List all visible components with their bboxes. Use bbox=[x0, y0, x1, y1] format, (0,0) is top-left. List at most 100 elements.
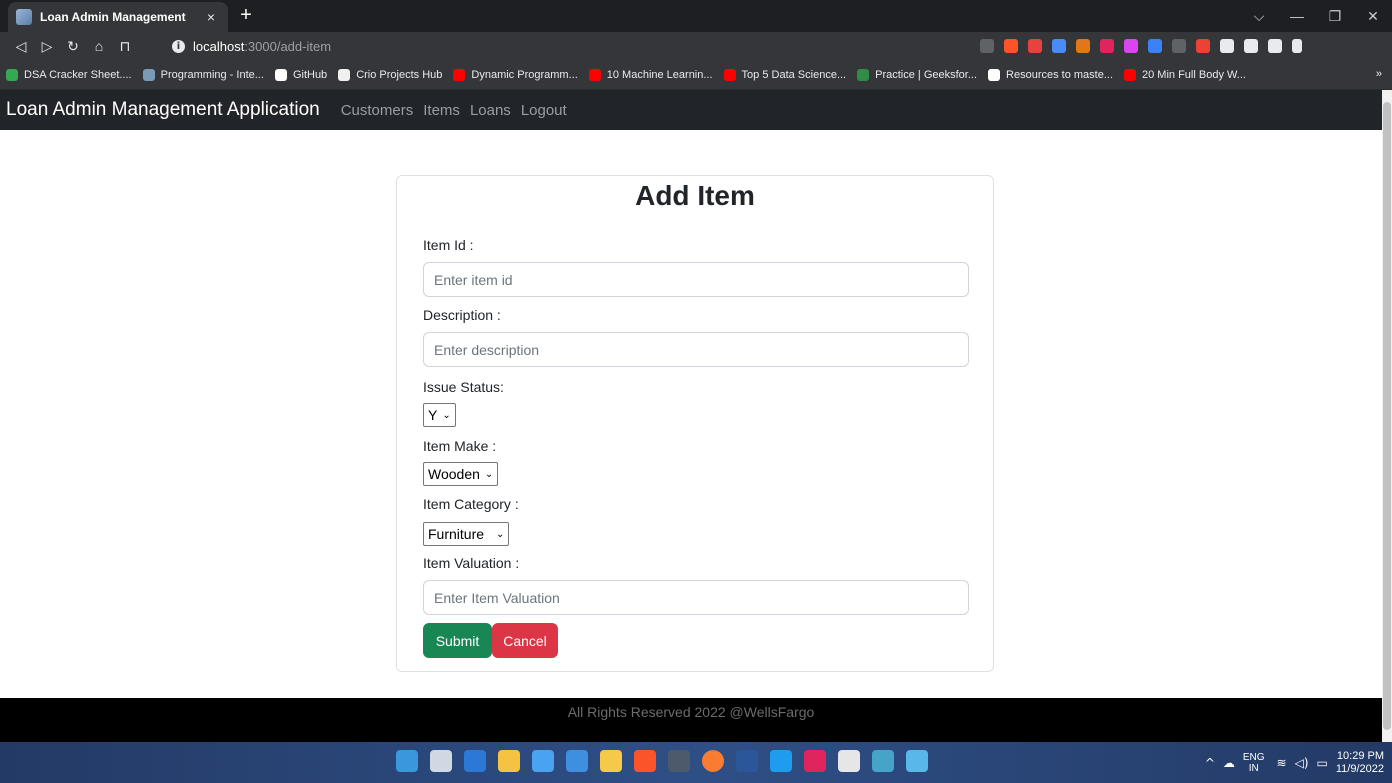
extension-icon[interactable] bbox=[1052, 39, 1066, 53]
item-valuation-input[interactable] bbox=[423, 580, 969, 615]
word-icon[interactable] bbox=[736, 750, 758, 772]
vscode-icon[interactable] bbox=[770, 750, 792, 772]
home-icon[interactable]: ⌂ bbox=[86, 38, 112, 54]
volume-icon[interactable]: ◁) bbox=[1295, 756, 1309, 770]
address-bar[interactable]: i localhost :3000/add-item bbox=[160, 34, 975, 58]
new-tab-button[interactable]: + bbox=[236, 4, 256, 26]
app-icon[interactable] bbox=[566, 750, 588, 772]
item-make-select[interactable]: Wooden ⌄ bbox=[423, 462, 499, 486]
bookmark-item[interactable]: DSA Cracker Sheet.... bbox=[6, 68, 132, 81]
terminal-icon[interactable] bbox=[668, 750, 690, 772]
sidebar-icon[interactable] bbox=[1244, 39, 1258, 53]
brave-shield-icon[interactable] bbox=[1004, 39, 1018, 53]
item-valuation-label: Item Valuation : bbox=[423, 555, 520, 571]
item-category-select[interactable]: Furniture ⌄ bbox=[423, 522, 510, 546]
metamask-icon[interactable] bbox=[1076, 39, 1090, 53]
extensions-puzzle-icon[interactable] bbox=[1220, 39, 1234, 53]
bookmarks-overflow-icon[interactable]: » bbox=[1376, 68, 1382, 80]
file-explorer-icon[interactable] bbox=[600, 750, 622, 772]
close-window-button[interactable]: ✕ bbox=[1354, 8, 1392, 25]
menu-icon[interactable] bbox=[1292, 39, 1302, 53]
photos-icon[interactable] bbox=[906, 750, 928, 772]
language-indicator[interactable]: ENG IN bbox=[1243, 752, 1265, 774]
bookmark-label: Dynamic Programm... bbox=[471, 68, 578, 81]
description-label: Description : bbox=[423, 307, 501, 323]
share-icon[interactable] bbox=[980, 39, 994, 53]
description-input[interactable] bbox=[423, 332, 969, 367]
bookmark-item[interactable]: Practice | Geeksfor... bbox=[857, 68, 977, 81]
brave-browser-icon[interactable] bbox=[634, 750, 656, 772]
extension-icon[interactable] bbox=[1100, 39, 1114, 53]
forward-icon[interactable]: ▷ bbox=[34, 38, 60, 55]
sticky-notes-icon[interactable] bbox=[498, 750, 520, 772]
tab-search-icon[interactable]: ⌵ bbox=[1240, 8, 1278, 25]
bookmark-item[interactable]: GitHub bbox=[274, 68, 327, 81]
bookmark-favicon-icon bbox=[857, 68, 870, 81]
nav-link-customers[interactable]: Customers bbox=[341, 102, 414, 119]
item-category-label: Item Category : bbox=[423, 496, 519, 512]
item-make-value: Wooden bbox=[428, 466, 480, 482]
bookmark-label: Crio Projects Hub bbox=[356, 68, 443, 81]
nav-link-items[interactable]: Items bbox=[423, 102, 460, 119]
postman-icon[interactable] bbox=[702, 750, 724, 772]
brave-rewards-icon[interactable] bbox=[1028, 39, 1042, 53]
bookmark-item[interactable]: Crio Projects Hub bbox=[338, 68, 443, 81]
bookmark-item[interactable]: 20 Min Full Body W... bbox=[1124, 68, 1246, 81]
wifi-icon[interactable]: ≋ bbox=[1277, 756, 1287, 770]
bookmark-label: Top 5 Data Science... bbox=[741, 68, 847, 81]
cloud-sync-icon[interactable]: ☁ bbox=[1223, 756, 1235, 770]
todo-icon[interactable] bbox=[532, 750, 554, 772]
browser-tab[interactable]: Loan Admin Management × bbox=[8, 2, 228, 32]
tab-title: Loan Admin Management bbox=[40, 10, 186, 24]
clock-time: 10:29 PM bbox=[1336, 749, 1384, 762]
bookmark-favicon-icon bbox=[988, 68, 1001, 81]
extension-icon[interactable] bbox=[1172, 39, 1186, 53]
bookmark-favicon-icon bbox=[453, 68, 466, 81]
task-view-icon[interactable] bbox=[430, 750, 452, 772]
bookmark-item[interactable]: Programming - Inte... bbox=[142, 68, 264, 81]
app-navbar: Loan Admin Management Application Custom… bbox=[0, 90, 1382, 130]
bookmark-label: 10 Machine Learnin... bbox=[606, 68, 713, 81]
back-icon[interactable]: ◁ bbox=[8, 38, 34, 55]
clock[interactable]: 10:29 PM 11/9/2022 bbox=[1336, 750, 1384, 776]
cancel-button[interactable]: Cancel bbox=[492, 623, 558, 658]
bookmark-label: Resources to maste... bbox=[1006, 68, 1114, 81]
bookmark-item[interactable]: Dynamic Programm... bbox=[453, 68, 578, 81]
app-brand[interactable]: Loan Admin Management Application bbox=[6, 99, 320, 121]
chevron-down-icon: ⌄ bbox=[442, 409, 451, 421]
page-footer: All Rights Reserved 2022 @WellsFargo bbox=[0, 698, 1382, 742]
close-tab-icon[interactable]: × bbox=[202, 9, 220, 25]
chevron-up-icon[interactable]: ^ bbox=[1205, 756, 1215, 770]
url-host: localhost bbox=[193, 38, 245, 54]
bookmark-item[interactable]: 10 Machine Learnin... bbox=[588, 68, 713, 81]
bookmark-icon[interactable]: ⊓ bbox=[112, 38, 138, 55]
chevron-down-icon: ⌄ bbox=[484, 468, 494, 480]
app-icon[interactable] bbox=[872, 750, 894, 772]
bookmark-item[interactable]: Resources to maste... bbox=[988, 68, 1114, 81]
submit-button[interactable]: Submit bbox=[423, 623, 492, 658]
reload-icon[interactable]: ↻ bbox=[60, 38, 86, 55]
bookmark-favicon-icon bbox=[142, 68, 155, 81]
item-id-input[interactable] bbox=[423, 262, 969, 297]
page-scrollbar[interactable] bbox=[1382, 90, 1392, 742]
nav-link-logout[interactable]: Logout bbox=[521, 102, 567, 119]
adblock-icon[interactable] bbox=[1196, 39, 1210, 53]
site-info-icon[interactable]: i bbox=[172, 39, 185, 53]
windows-start-icon[interactable] bbox=[396, 750, 418, 772]
notion-icon[interactable] bbox=[838, 750, 860, 772]
language-secondary: IN bbox=[1248, 762, 1259, 774]
issue-status-select[interactable]: Y ⌄ bbox=[423, 403, 456, 427]
extension-icon[interactable] bbox=[1124, 39, 1138, 53]
minimize-button[interactable]: — bbox=[1278, 8, 1316, 24]
scrollbar-thumb[interactable] bbox=[1383, 102, 1391, 730]
widgets-icon[interactable] bbox=[464, 750, 486, 772]
url-path: :3000/add-item bbox=[244, 38, 332, 54]
extension-icon[interactable] bbox=[1148, 39, 1162, 53]
intellij-icon[interactable] bbox=[804, 750, 826, 772]
wallet-icon[interactable] bbox=[1268, 39, 1282, 53]
nav-link-loans[interactable]: Loans bbox=[470, 102, 511, 119]
battery-icon[interactable]: ▭ bbox=[1317, 756, 1328, 770]
bookmark-item[interactable]: Top 5 Data Science... bbox=[723, 68, 847, 81]
restore-button[interactable]: ❐ bbox=[1316, 8, 1354, 25]
bookmarks-bar: DSA Cracker Sheet.... Programming - Inte.… bbox=[0, 60, 1392, 90]
